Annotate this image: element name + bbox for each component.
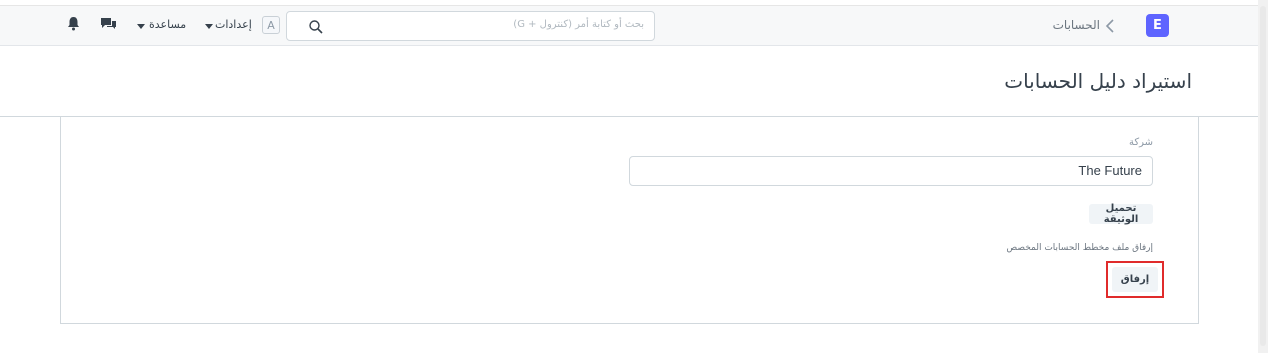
attach-button[interactable]: إرفاق: [1112, 267, 1158, 292]
navbar: E الحسابات بحث أو كتابة أمر (كنترول + G)…: [0, 6, 1258, 46]
chat-icon[interactable]: [100, 17, 117, 31]
help-menu[interactable]: مساعدة: [149, 18, 186, 31]
search-icon: [309, 20, 323, 34]
company-field[interactable]: The Future: [629, 156, 1153, 186]
page-title: استيراد دليل الحسابات: [1004, 69, 1192, 93]
download-template-button[interactable]: تحميل الوثيقة: [1089, 203, 1153, 225]
breadcrumb-accounts[interactable]: الحسابات: [1030, 18, 1100, 32]
scrollbar-thumb[interactable]: [1260, 6, 1266, 346]
form-card: [60, 117, 1199, 324]
caret-down-icon: [205, 24, 213, 29]
company-label: شركة: [1128, 137, 1153, 148]
chevron-icon: [1105, 19, 1114, 33]
bell-icon[interactable]: [67, 16, 80, 31]
brand-logo[interactable]: E: [1146, 14, 1169, 37]
settings-menu[interactable]: إعدادات: [215, 18, 252, 31]
avatar[interactable]: A: [262, 16, 280, 34]
page-header: استيراد دليل الحسابات: [0, 47, 1258, 117]
caret-down-icon: [137, 24, 145, 29]
attach-label: إرفاق ملف مخطط الحسابات المخصص: [1006, 243, 1153, 253]
search-bar[interactable]: بحث أو كتابة أمر (كنترول + G): [286, 11, 655, 41]
search-input[interactable]: بحث أو كتابة أمر (كنترول + G): [513, 19, 644, 30]
